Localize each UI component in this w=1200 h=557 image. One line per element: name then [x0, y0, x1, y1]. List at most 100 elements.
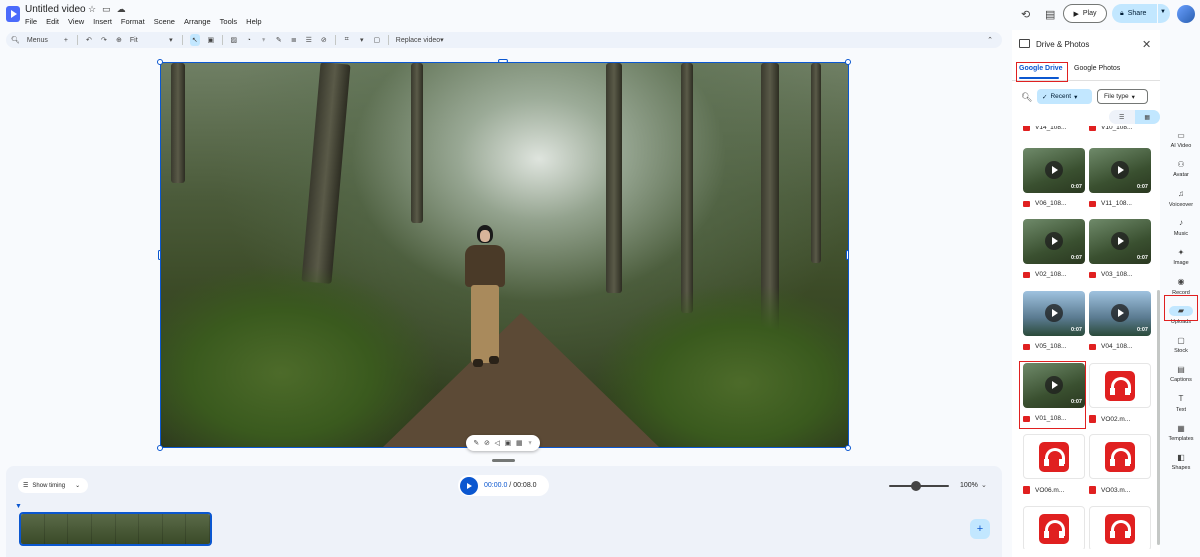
headphones-icon [1105, 370, 1135, 401]
rail-item-label: Image [1173, 260, 1189, 267]
rail-item-shapes[interactable]: ◧ Shapes [1162, 452, 1200, 472]
add-scene-button[interactable]: + [970, 519, 990, 539]
collapse-toolbar-icon[interactable]: ⌃ [986, 34, 994, 46]
zoom-icon[interactable]: ⊕ [115, 34, 123, 46]
crop-icon[interactable]: ⌗ [343, 34, 351, 46]
menu-insert[interactable]: Insert [93, 17, 112, 26]
trail [381, 313, 661, 447]
resize-handle[interactable] [498, 59, 508, 63]
zoom-select[interactable]: Fit [130, 34, 160, 46]
timeline-play-button[interactable] [460, 476, 478, 495]
history-icon[interactable]: ⟲ [1021, 8, 1030, 21]
textbox-icon[interactable]: ▣ [207, 34, 215, 46]
crop-dropdown-icon[interactable]: ▾ [358, 34, 366, 46]
search-menus-icon[interactable]: 🔍︎ [11, 34, 20, 46]
ai-icon[interactable]: ♆ [527, 440, 532, 447]
current-time: 00:00.0 [484, 482, 508, 489]
mask-icon[interactable]: ▢ [373, 34, 381, 46]
timeline-zoom-level[interactable]: 100% [960, 482, 978, 489]
share-button[interactable]: 🔒︎ Share ▼ [1112, 4, 1170, 23]
file-name-text: V14_108... [1035, 126, 1067, 131]
list-view-icon[interactable]: ☰ [1109, 110, 1135, 124]
resize-handle[interactable] [845, 59, 851, 65]
menu-scene[interactable]: Scene [154, 17, 175, 26]
file-type-filter-chip[interactable]: File type ▾ [1097, 89, 1148, 104]
clear-format-icon[interactable]: ⊘ [320, 34, 328, 46]
menus-search-input[interactable]: Menus [27, 34, 55, 46]
avatar[interactable] [1177, 5, 1195, 23]
audio-file-icon [1089, 415, 1096, 423]
resize-handle[interactable] [157, 59, 163, 65]
zoom-dropdown-icon[interactable]: ▾ [167, 34, 175, 46]
rail-item-image[interactable]: ✦ Image [1162, 247, 1200, 267]
play-button[interactable]: ▶ Play [1063, 4, 1107, 23]
zoom-level-dropdown-icon[interactable]: ⌄ [981, 481, 987, 489]
volume-icon[interactable]: ◁ [495, 439, 500, 447]
pen-tool-icon[interactable]: ✎ [275, 34, 283, 46]
menu-tools[interactable]: Tools [220, 17, 238, 26]
rail-item-music[interactable]: ♪ Music [1162, 218, 1200, 237]
tab-google-photos[interactable]: Google Photos [1074, 65, 1120, 72]
audio-thumbnail [1089, 363, 1151, 408]
menu-view[interactable]: View [68, 17, 84, 26]
canvas-video[interactable] [160, 62, 849, 448]
rail-item-voiceover[interactable]: ♫ Voiceover [1162, 189, 1200, 208]
shapes-icon: ◧ [1177, 452, 1185, 462]
rail-item-text[interactable]: T Text [1162, 394, 1200, 413]
move-folder-icon[interactable]: ▭ [102, 4, 111, 15]
rail-item-templates[interactable]: ▦ Templates [1162, 423, 1200, 443]
cloud-saved-icon[interactable]: ☁ [117, 4, 126, 15]
menu-file[interactable]: File [25, 17, 37, 26]
replace-video-button[interactable]: Replace video ▾ [396, 34, 444, 46]
menu-edit[interactable]: Edit [46, 17, 59, 26]
redo-icon[interactable]: ↷ [100, 34, 108, 46]
resize-handle[interactable] [845, 445, 851, 451]
select-tool-icon[interactable]: ↖ [189, 34, 200, 46]
comments-icon[interactable]: ▤ [1045, 8, 1055, 21]
view-toggle: ☰ ▦ [1109, 110, 1160, 124]
rail-item-record[interactable]: ◉ Record [1162, 277, 1200, 296]
replace-video-label: Replace video [395, 36, 441, 44]
share-dropdown-icon[interactable]: ▼ [1160, 9, 1166, 15]
panel-drag-handle[interactable] [492, 459, 515, 462]
undo-icon[interactable]: ↶ [85, 34, 93, 46]
panel-scrollbar[interactable] [1157, 290, 1160, 545]
resize-handle[interactable] [157, 445, 163, 451]
line-style-icon[interactable]: ≣ [290, 34, 298, 46]
image-tool-icon[interactable]: ▨ [230, 34, 238, 46]
rail-item-avatar[interactable]: ⚇ Avatar [1162, 159, 1200, 179]
headphones-icon [1039, 513, 1069, 544]
recent-filter-chip[interactable]: ✓ Recent ▾ [1037, 89, 1092, 104]
rail-item-captions[interactable]: ▤ Captions [1162, 364, 1200, 384]
timeline-zoom-thumb[interactable] [911, 481, 921, 491]
resize-handle[interactable] [846, 250, 849, 260]
link-icon[interactable]: ⊘ [484, 439, 490, 447]
file-grid: V14_108... V10_108... 0:07 V06_108... 0:07 V1… [1017, 126, 1157, 549]
video-thumbnail: 0:07 [1089, 219, 1151, 264]
menu-format[interactable]: Format [121, 17, 145, 26]
close-icon[interactable]: ✕ [1142, 38, 1151, 51]
edit-icon[interactable]: ✎ [473, 439, 479, 447]
rail-item-ai-video[interactable]: ▭ AI Video [1162, 130, 1200, 150]
add-icon[interactable]: + [62, 34, 70, 46]
star-icon[interactable]: ☆ [88, 4, 96, 15]
video-thumbnail: 0:07 [1023, 291, 1085, 336]
more-frame-icon[interactable]: ▦ [516, 439, 523, 447]
resize-handle[interactable] [158, 250, 161, 260]
shape-tool-icon[interactable]: ◔ [245, 34, 253, 46]
crop-frame-icon[interactable]: ▣ [505, 439, 512, 447]
menu-arrange[interactable]: Arrange [184, 17, 211, 26]
menu-help[interactable]: Help [246, 17, 261, 26]
border-style-icon[interactable]: ☰ [305, 34, 313, 46]
timeline-clip[interactable] [19, 512, 212, 546]
search-icon[interactable]: 🔍︎ [1021, 92, 1032, 103]
show-timing-button[interactable]: ☰ Show timing ⌄ [18, 478, 88, 493]
file-name-text: VO03.m... [1101, 486, 1131, 494]
file-name-text: V02_108... [1035, 271, 1067, 278]
rail-item-stock[interactable]: ▢ Stock [1162, 335, 1200, 355]
grid-view-icon[interactable]: ▦ [1134, 110, 1160, 124]
vids-logo-icon[interactable] [6, 6, 20, 22]
playhead-icon[interactable]: ▼ [15, 503, 22, 510]
paint-format-icon[interactable]: ♆ [260, 34, 268, 46]
document-title[interactable]: Untitled video [25, 4, 86, 15]
